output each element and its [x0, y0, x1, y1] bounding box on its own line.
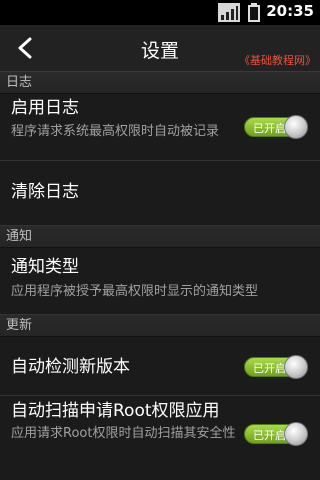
setting-enable-log[interactable]: 启用日志 程序请求系统最高权限时自动被记录 已开启 — [0, 94, 320, 161]
title-bar: 设置 《基础教程网》 — [0, 25, 320, 72]
auto-scan-toggle[interactable]: 已开启 — [244, 422, 308, 446]
setting-auto-scan[interactable]: 自动扫描申请Root权限应用 应用请求Root权限时自动扫描其安全性 已开启 — [0, 396, 320, 480]
watermark-text: 《基础教程网》 — [239, 54, 316, 67]
setting-notify-type[interactable]: 通知类型 应用程序被授予最高权限时显示的通知类型 — [0, 248, 320, 315]
setting-subtitle: 应用请求Root权限时自动扫描其安全性 — [11, 426, 236, 441]
setting-subtitle: 应用程序被授予最高权限时显示的通知类型 — [11, 284, 259, 299]
toggle-label: 已开启 — [253, 362, 286, 375]
settings-list: 日志 启用日志 程序请求系统最高权限时自动被记录 已开启 清除日志 通知 通知类… — [0, 72, 320, 480]
enable-log-toggle[interactable]: 已开启 — [244, 115, 308, 139]
battery-icon — [248, 3, 260, 22]
auto-check-toggle[interactable]: 已开启 — [244, 355, 308, 379]
setting-title: 通知类型 — [11, 257, 79, 277]
setting-title: 启用日志 — [11, 98, 79, 118]
signal-icon — [218, 3, 240, 22]
section-header-notify: 通知 — [0, 226, 320, 248]
section-header-log: 日志 — [0, 72, 320, 94]
toggle-knob — [284, 355, 308, 379]
section-header-update: 更新 — [0, 315, 320, 337]
status-bar: 20:35 — [0, 0, 320, 25]
setting-title: 自动扫描申请Root权限应用 — [11, 401, 220, 421]
setting-title: 自动检测新版本 — [11, 357, 130, 377]
toggle-label: 已开启 — [253, 122, 286, 135]
setting-subtitle: 程序请求系统最高权限时自动被记录 — [11, 124, 220, 139]
toggle-knob — [284, 422, 308, 446]
status-time: 20:35 — [266, 2, 314, 20]
toggle-label: 已开启 — [253, 429, 286, 442]
setting-title: 清除日志 — [11, 182, 79, 202]
setting-auto-check[interactable]: 自动检测新版本 已开启 — [0, 337, 320, 396]
toggle-knob — [284, 115, 308, 139]
setting-clear-log[interactable]: 清除日志 — [0, 161, 320, 226]
